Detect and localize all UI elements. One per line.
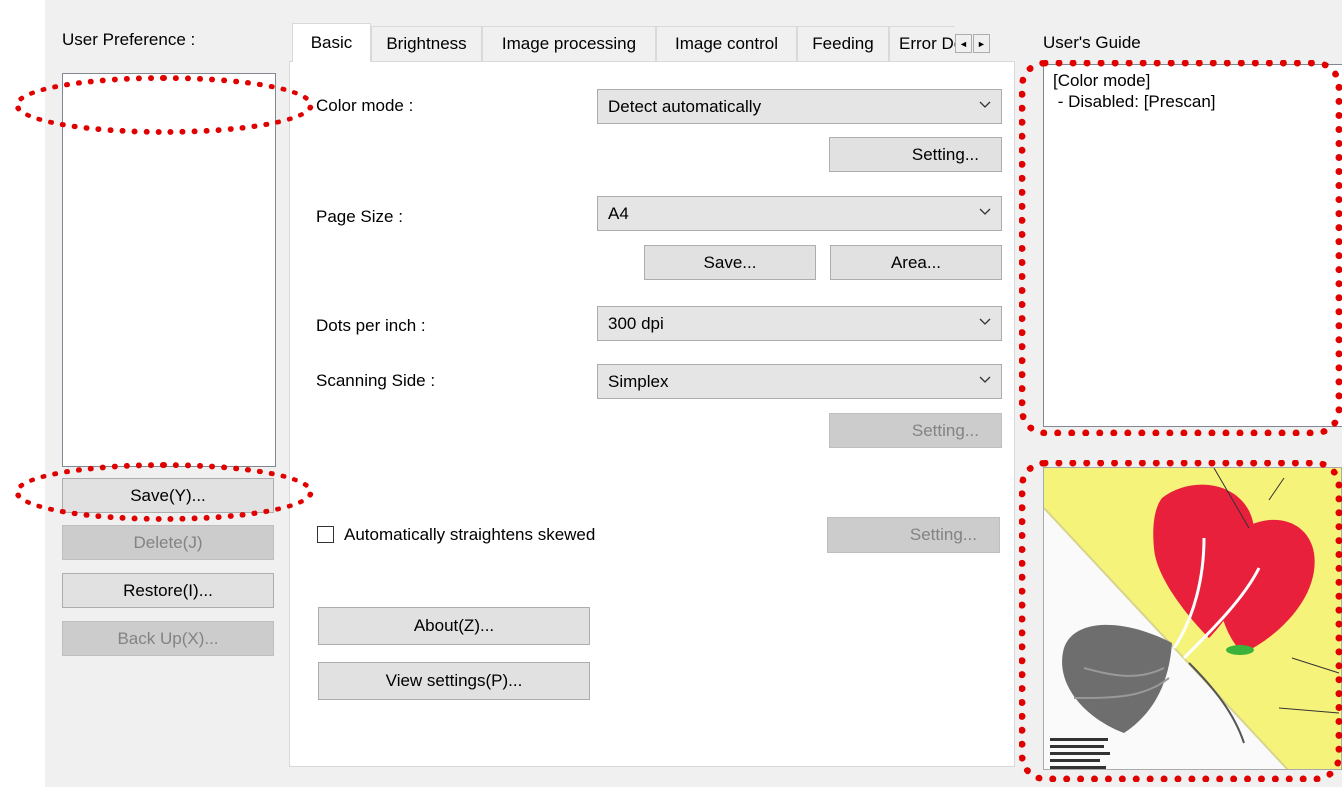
scroll-right-icon[interactable]: ► (973, 34, 990, 53)
delete-preference-button[interactable]: Delete(J) (62, 525, 274, 560)
color-mode-select[interactable]: Detect automatically (597, 89, 1002, 124)
scanning-side-value: Simplex (608, 371, 669, 391)
backup-preference-button[interactable]: Back Up(X)... (62, 621, 274, 656)
users-guide-box: [Color mode] - Disabled: [Prescan] (1043, 64, 1342, 427)
chevron-down-icon (979, 208, 991, 215)
users-guide-title: User's Guide (1043, 33, 1141, 52)
chevron-down-icon (979, 318, 991, 325)
color-mode-setting-button[interactable]: Setting... (829, 137, 1002, 172)
tab-basic[interactable]: Basic (292, 23, 371, 62)
auto-straighten-setting-button[interactable]: Setting... (827, 517, 1000, 553)
page-size-label: Page Size : (316, 207, 403, 226)
scan-preview-image (1043, 467, 1342, 770)
page-size-save-button[interactable]: Save... (644, 245, 816, 280)
tab-image-control[interactable]: Image control (656, 26, 797, 61)
restore-preference-button[interactable]: Restore(I)... (62, 573, 274, 608)
chevron-down-icon (979, 101, 991, 108)
scanning-side-setting-button[interactable]: Setting... (829, 413, 1002, 448)
scanning-side-select[interactable]: Simplex (597, 364, 1002, 399)
page-size-value: A4 (608, 203, 629, 223)
color-mode-label: Color mode : (316, 96, 414, 115)
user-preference-list[interactable] (62, 73, 276, 467)
scanning-side-label: Scanning Side : (316, 371, 436, 390)
page-size-select[interactable]: A4 (597, 196, 1002, 231)
guide-line: [Color mode] (1053, 71, 1151, 90)
dpi-value: 300 dpi (608, 313, 664, 333)
checkbox-icon[interactable] (317, 526, 334, 543)
chevron-down-icon (979, 376, 991, 383)
tab-feeding[interactable]: Feeding (797, 26, 889, 61)
view-settings-button[interactable]: View settings(P)... (318, 662, 590, 700)
about-button[interactable]: About(Z)... (318, 607, 590, 645)
tab-error-detection-clip: Error De (889, 26, 955, 61)
tab-strip-divider (289, 61, 1015, 62)
dpi-label: Dots per inch : (316, 316, 426, 335)
tab-image-processing[interactable]: Image processing (482, 26, 656, 61)
flower-preview-illustration (1044, 468, 1341, 769)
color-mode-value: Detect automatically (608, 96, 762, 116)
guide-line: - Disabled: [Prescan] (1053, 92, 1216, 111)
page-size-area-button[interactable]: Area... (830, 245, 1002, 280)
scroll-left-icon[interactable]: ◄ (955, 34, 972, 53)
tab-brightness[interactable]: Brightness (371, 26, 482, 61)
dpi-select[interactable]: 300 dpi (597, 306, 1002, 341)
save-preference-button[interactable]: Save(Y)... (62, 478, 274, 513)
auto-straighten-label[interactable]: Automatically straightens skewed (344, 525, 595, 545)
tab-error-detection[interactable]: Error De (889, 26, 955, 61)
user-preference-label: User Preference : (62, 30, 196, 49)
